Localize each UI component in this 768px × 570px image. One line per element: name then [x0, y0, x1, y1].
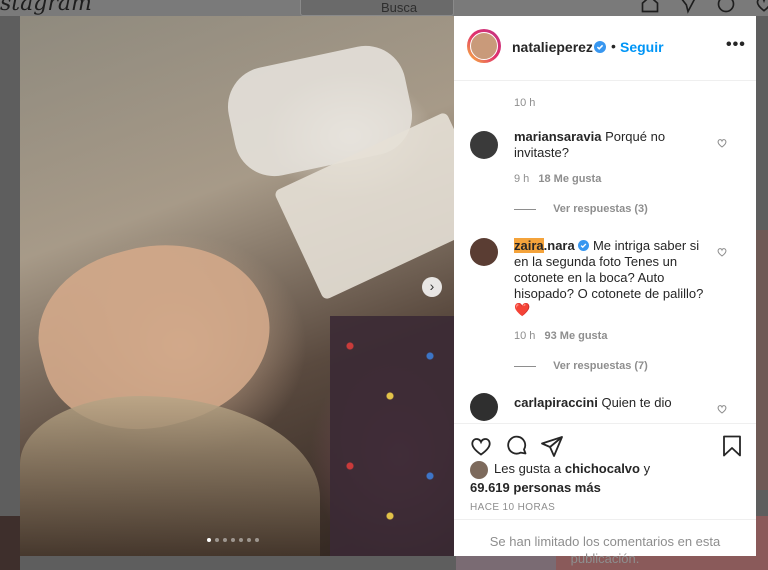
like-heart-icon[interactable] — [469, 434, 493, 458]
carousel-dot — [255, 538, 259, 542]
background-nav-icons — [640, 0, 768, 14]
username-rest: .nara — [543, 238, 575, 253]
activity-icon — [756, 0, 768, 12]
carousel-dot — [207, 538, 211, 542]
replies-line — [514, 365, 536, 367]
follow-button[interactable]: Seguir — [620, 39, 664, 55]
comment-text: carlapiraccini Quien te dio — [514, 395, 714, 411]
direct-icon — [681, 0, 696, 14]
commenter-username[interactable]: mariansaravia — [514, 129, 601, 144]
photo-confetti — [330, 316, 454, 556]
next-image-button[interactable]: › — [422, 277, 442, 297]
carousel-dot — [247, 538, 251, 542]
background-logo: stagram — [0, 0, 92, 16]
photo-hair — [20, 396, 320, 556]
post-header: natalieperez • Seguir ••• — [454, 16, 756, 81]
commenter-username[interactable]: zaira.nara — [514, 238, 575, 253]
save-bookmark-icon[interactable] — [720, 434, 744, 458]
caption-time: 10 h — [514, 97, 536, 109]
post-image[interactable] — [20, 16, 454, 556]
verified-icon — [578, 240, 590, 251]
post-actions: Les gusta a chichocalvo y 69.619 persona… — [454, 423, 756, 566]
comments-list[interactable]: 10 h mariansaravia Porqué no invitaste? … — [454, 81, 756, 423]
comment-time: 9 h — [514, 173, 530, 185]
author-avatar[interactable] — [470, 32, 498, 60]
likes-prefix: Les gusta a — [494, 461, 562, 476]
comment-time: 10 h — [514, 330, 536, 342]
post-side-panel: natalieperez • Seguir ••• 10 h mariansar… — [454, 16, 756, 566]
comment-text: zaira.nara Me intriga saber si en la seg… — [514, 238, 714, 318]
commenter-avatar[interactable] — [470, 131, 498, 159]
comment-meta: 10 h 93 Me gusta — [514, 330, 607, 342]
view-replies-label: Ver respuestas (7) — [553, 360, 648, 372]
liker-avatar[interactable] — [470, 460, 488, 479]
comment-likes[interactable]: 93 Me gusta — [544, 330, 607, 342]
username-search-highlight: zaira — [514, 238, 544, 253]
like-comment-heart-icon[interactable] — [716, 137, 728, 149]
background-search: Busca — [300, 0, 454, 16]
carousel-dots — [207, 538, 259, 542]
commenter-avatar[interactable] — [470, 238, 498, 266]
like-comment-heart-icon[interactable] — [716, 246, 728, 258]
carousel-dot — [239, 538, 243, 542]
carousel-dot — [215, 538, 219, 542]
home-icon — [641, 0, 659, 13]
commenter-avatar[interactable] — [470, 393, 498, 421]
like-comment-heart-icon[interactable] — [716, 403, 728, 415]
comments-limited-notice: Se han limitado los comentarios en esta … — [454, 519, 756, 567]
more-options-icon[interactable]: ••• — [726, 36, 746, 54]
comment-meta: 9 h 18 Me gusta — [514, 173, 601, 185]
post-timestamp[interactable]: HACE 10 HORAS — [470, 502, 555, 513]
likes-count[interactable]: 69.619 personas más — [470, 480, 601, 495]
background-thumbnail-edge — [756, 230, 768, 490]
view-replies-button[interactable]: Ver respuestas (7) — [514, 360, 648, 372]
header-separator: • — [611, 38, 616, 54]
comment-body: Quien te dio — [601, 395, 672, 410]
liker-username[interactable]: chichocalvo — [565, 461, 640, 476]
carousel-dot — [231, 538, 235, 542]
comment-text: mariansaravia Porqué no invitaste? — [514, 129, 714, 161]
view-replies-label: Ver respuestas (3) — [553, 203, 648, 215]
background-search-placeholder: Busca — [381, 0, 418, 15]
replies-line — [514, 208, 536, 210]
verified-icon — [594, 41, 606, 53]
likes-summary: Les gusta a chichocalvo y 69.619 persona… — [470, 460, 740, 496]
explore-icon — [717, 0, 735, 13]
comment-likes[interactable]: 18 Me gusta — [538, 173, 601, 185]
commenter-username[interactable]: carlapiraccini — [514, 395, 598, 410]
share-direct-icon[interactable] — [540, 434, 564, 458]
view-replies-button[interactable]: Ver respuestas (3) — [514, 203, 648, 215]
likes-conjunction: y — [643, 461, 651, 476]
comment-bubble-icon[interactable] — [505, 434, 529, 458]
carousel-dot — [223, 538, 227, 542]
author-username[interactable]: natalieperez — [512, 39, 593, 55]
author-avatar-ring[interactable] — [467, 29, 501, 63]
background-thumbnail — [0, 516, 20, 570]
